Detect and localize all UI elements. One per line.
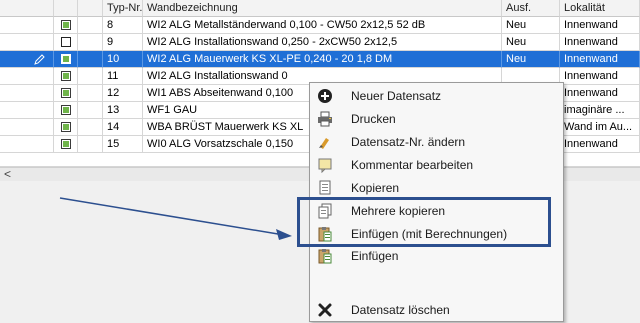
header-lokalitaet[interactable]: Lokalität	[560, 0, 640, 17]
delete-x-icon	[318, 303, 332, 317]
menu-label: Neuer Datensatz	[351, 89, 442, 103]
row-checkbox[interactable]	[54, 119, 78, 136]
cell-ausfuehrung[interactable]: Neu	[502, 34, 560, 51]
header-ausfuehrung[interactable]: Ausf.	[502, 0, 560, 17]
row-checkbox[interactable]	[54, 85, 78, 102]
row-marker[interactable]	[0, 102, 54, 119]
row-marker[interactable]	[0, 85, 54, 102]
header-empty-col	[78, 0, 103, 17]
row-marker[interactable]	[0, 17, 54, 34]
cell-lokalitaet[interactable]: Innenwand	[560, 17, 640, 34]
checkbox-icon[interactable]	[60, 88, 71, 98]
cell-typ-nr[interactable]: 15	[103, 136, 143, 153]
cell-typ-nr[interactable]: 8	[103, 17, 143, 34]
menu-label: Datensatz löschen	[351, 303, 450, 317]
table-row[interactable]: 10 WI2 ALG Mauerwerk KS XL-PE 0,240 - 20 …	[0, 51, 640, 68]
row-checkbox[interactable]	[54, 136, 78, 153]
app-window: Typ-Nr. Wandbezeichnung Ausf. Lokalität …	[0, 0, 640, 323]
menu-item-print[interactable]: Drucken	[311, 108, 563, 130]
row-marker[interactable]	[0, 68, 54, 85]
menu-label: Drucken	[351, 112, 396, 126]
cell-wandbezeichnung[interactable]: WI2 ALG Installationswand 0,250 - 2xCW50…	[143, 34, 502, 51]
cell-lokalitaet[interactable]: Innenwand	[560, 34, 640, 51]
menu-label: Einfügen	[351, 249, 399, 263]
row-checkbox[interactable]	[54, 17, 78, 34]
cell-wandbezeichnung[interactable]: WI2 ALG Metallständerwand 0,100 - CW50 2…	[143, 17, 502, 34]
cell-ausfuehrung[interactable]: Neu	[502, 51, 560, 68]
row-spacer	[78, 119, 103, 136]
checkbox-icon[interactable]	[60, 37, 71, 47]
row-checkbox[interactable]	[54, 34, 78, 51]
cell-lokalitaet[interactable]: imaginäre ...	[560, 102, 640, 119]
menu-item-edit-comment[interactable]: Kommentar bearbeiten	[311, 154, 563, 176]
cell-typ-nr[interactable]: 11	[103, 68, 143, 85]
cell-lokalitaet[interactable]: Innenwand	[560, 85, 640, 102]
checkbox-icon[interactable]	[60, 20, 71, 30]
header-row-marker	[0, 0, 54, 17]
menu-item-renumber[interactable]: Datensatz-Nr. ändern	[311, 131, 563, 153]
row-marker[interactable]	[0, 34, 54, 51]
cell-lokalitaet[interactable]: Innenwand	[560, 51, 640, 68]
checkbox-icon[interactable]	[60, 139, 71, 149]
plus-circle-icon	[318, 89, 332, 103]
cell-typ-nr[interactable]: 10	[103, 51, 143, 68]
paste-icon	[318, 249, 332, 264]
cell-typ-nr[interactable]: 9	[103, 34, 143, 51]
row-spacer	[78, 34, 103, 51]
cell-lokalitaet[interactable]: Wand im Au...	[560, 119, 640, 136]
menu-item-paste[interactable]: Einfügen	[311, 245, 563, 267]
menu-item-new-record[interactable]: Neuer Datensatz	[311, 85, 563, 107]
copy-icon	[319, 180, 331, 195]
printer-icon	[318, 111, 332, 127]
header-typ-nr[interactable]: Typ-Nr.	[103, 0, 143, 17]
menu-label: Kopieren	[351, 181, 400, 195]
row-checkbox[interactable]	[54, 51, 78, 68]
menu-item-copy[interactable]: Kopieren	[311, 177, 563, 199]
row-checkbox[interactable]	[54, 68, 78, 85]
cell-typ-nr[interactable]: 12	[103, 85, 143, 102]
row-checkbox[interactable]	[54, 102, 78, 119]
header-checkbox-col	[54, 0, 78, 17]
row-spacer	[78, 102, 103, 119]
cell-lokalitaet[interactable]: Innenwand	[560, 136, 640, 153]
cell-wandbezeichnung[interactable]: WI2 ALG Mauerwerk KS XL-PE 0,240 - 20 1,…	[143, 51, 502, 68]
menu-item-delete-record[interactable]: Datensatz löschen	[311, 299, 563, 321]
row-marker[interactable]	[0, 51, 54, 68]
row-marker[interactable]	[0, 119, 54, 136]
checkbox-icon[interactable]	[60, 105, 71, 115]
table-row[interactable]: 9 WI2 ALG Installationswand 0,250 - 2xCW5…	[0, 34, 640, 51]
renumber-icon	[319, 138, 329, 149]
table-header: Typ-Nr. Wandbezeichnung Ausf. Lokalität	[0, 0, 640, 17]
highlight-frame-paste-items	[297, 197, 551, 247]
checkbox-icon[interactable]	[60, 71, 71, 81]
menu-label: Datensatz-Nr. ändern	[351, 135, 466, 149]
row-spacer	[78, 17, 103, 34]
header-wandbezeichnung[interactable]: Wandbezeichnung	[143, 0, 502, 17]
comment-icon	[318, 158, 332, 173]
row-spacer	[78, 136, 103, 153]
row-spacer	[78, 85, 103, 102]
checkbox-icon[interactable]	[60, 54, 71, 64]
checkbox-icon[interactable]	[60, 122, 71, 132]
cell-typ-nr[interactable]: 13	[103, 102, 143, 119]
cell-ausfuehrung[interactable]: Neu	[502, 17, 560, 34]
row-spacer	[78, 68, 103, 85]
scroll-left-arrow[interactable]: <	[4, 167, 11, 181]
row-spacer	[78, 51, 103, 68]
cell-lokalitaet[interactable]: Innenwand	[560, 68, 640, 85]
cell-typ-nr[interactable]: 14	[103, 119, 143, 136]
pencil-edit-icon	[34, 54, 45, 65]
row-marker[interactable]	[0, 136, 54, 153]
menu-label: Kommentar bearbeiten	[351, 158, 474, 172]
table-row[interactable]: 8 WI2 ALG Metallständerwand 0,100 - CW50 …	[0, 17, 640, 34]
